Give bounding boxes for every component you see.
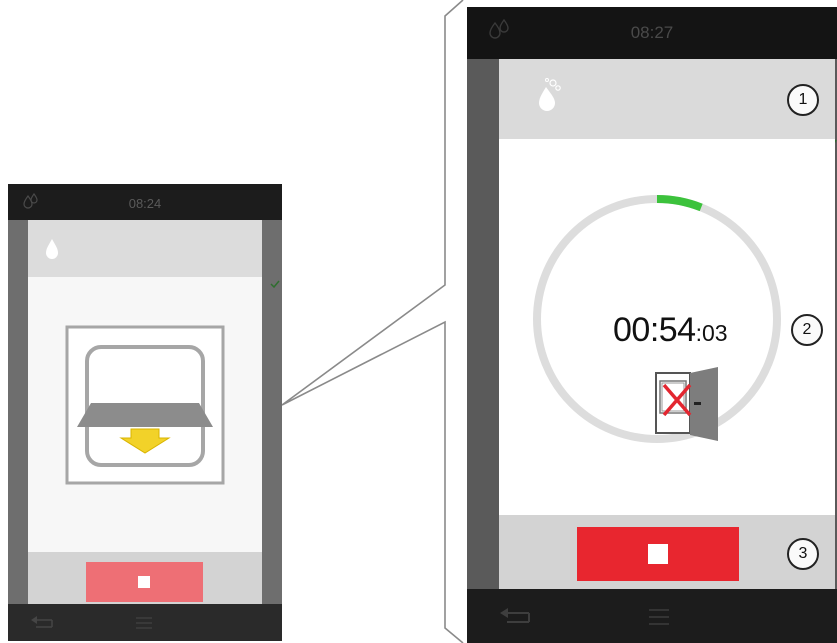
callout-2: 2	[791, 314, 823, 346]
timer-seconds: :03	[695, 320, 728, 346]
check-icon	[270, 280, 280, 289]
callout-1: 1	[787, 84, 819, 116]
status-bar: 08:27	[467, 7, 837, 59]
back-arrow-icon[interactable]	[30, 616, 56, 630]
status-time: 08:27	[630, 23, 674, 42]
oven-door-lowering-icon[interactable]	[65, 325, 225, 485]
panel-footer: 3	[499, 515, 835, 589]
stop-button[interactable]	[577, 527, 739, 581]
back-arrow-icon[interactable]	[499, 608, 533, 626]
prompt-panel	[28, 220, 262, 604]
status-time: 08:24	[128, 196, 162, 211]
panel-footer	[28, 552, 262, 604]
water-drop-icon	[46, 239, 58, 259]
callout-3: 3	[787, 538, 819, 570]
menu-lines-icon[interactable]	[136, 616, 152, 630]
timer-panel: 1 00:54:03 2 3	[499, 59, 835, 589]
door-open-crossed-icon	[655, 367, 718, 441]
panel-header	[28, 220, 262, 277]
small-device-screen: 08:24	[8, 184, 282, 641]
stop-square-icon	[138, 576, 150, 588]
timer-main: 00:54	[613, 311, 696, 349]
timer-display: 00:54:03	[613, 311, 753, 350]
stop-button[interactable]	[86, 562, 203, 602]
status-bar: 08:24	[8, 184, 282, 220]
water-drop-icon	[539, 78, 561, 111]
large-device-screen: 08:27 1 00:54:03 2 3	[467, 7, 837, 643]
nav-bar	[467, 589, 837, 643]
stop-square-icon	[648, 544, 668, 564]
nav-bar	[8, 604, 282, 641]
menu-lines-icon[interactable]	[649, 608, 669, 626]
panel-header: 1	[499, 59, 835, 139]
